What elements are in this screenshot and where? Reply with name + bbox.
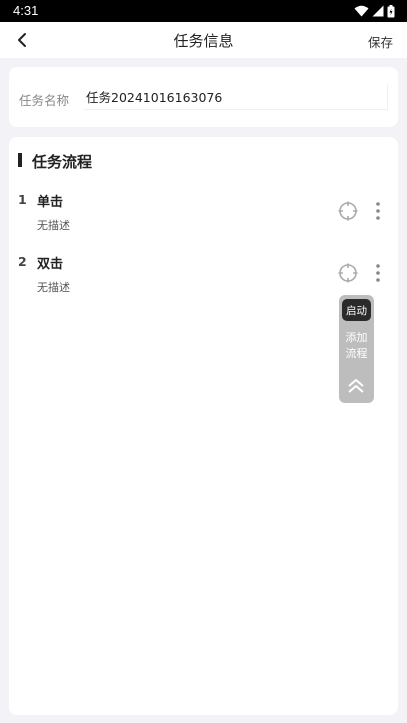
more-vertical-icon[interactable] [372, 201, 384, 221]
nav-bar: 任务信息 保存 [0, 22, 407, 58]
add-flow-button[interactable]: 添加 流程 [339, 330, 374, 362]
crosshair-icon[interactable] [338, 263, 358, 283]
task-name-card: 任务名称 [9, 67, 398, 127]
add-flow-label-line2: 流程 [345, 347, 368, 360]
flow-step-row[interactable]: 1 单击 无描述 [9, 189, 398, 239]
status-bar: 4:31 [0, 0, 407, 22]
step-index: 1 [18, 192, 27, 207]
step-index: 2 [18, 254, 27, 269]
crosshair-icon[interactable] [338, 201, 358, 221]
status-time: 4:31 [13, 3, 39, 18]
page-title: 任务信息 [173, 32, 234, 50]
step-name: 双击 [37, 257, 64, 272]
floating-control-panel: 启动 添加 流程 [339, 295, 374, 403]
status-icons [354, 4, 395, 18]
double-chevron-up-icon[interactable] [346, 376, 366, 396]
step-description: 无描述 [37, 281, 70, 294]
section-marker [18, 153, 22, 167]
step-description: 无描述 [37, 219, 70, 232]
task-flow-card: 任务流程 1 单击 无描述 2 双击 无描述 启动 添加 流程 [9, 137, 398, 715]
cellular-signal-icon [372, 5, 384, 17]
section-title: 任务流程 [32, 153, 93, 171]
more-vertical-icon[interactable] [372, 263, 384, 283]
flow-step-row[interactable]: 2 双击 无描述 [9, 251, 398, 301]
task-name-input[interactable] [84, 84, 388, 110]
battery-icon [387, 4, 395, 17]
task-name-label: 任务名称 [19, 93, 70, 108]
wifi-icon [354, 5, 369, 17]
start-button[interactable]: 启动 [342, 299, 371, 321]
save-button[interactable]: 保存 [368, 32, 393, 51]
step-name: 单击 [37, 195, 64, 210]
add-flow-label-line1: 添加 [345, 331, 368, 344]
